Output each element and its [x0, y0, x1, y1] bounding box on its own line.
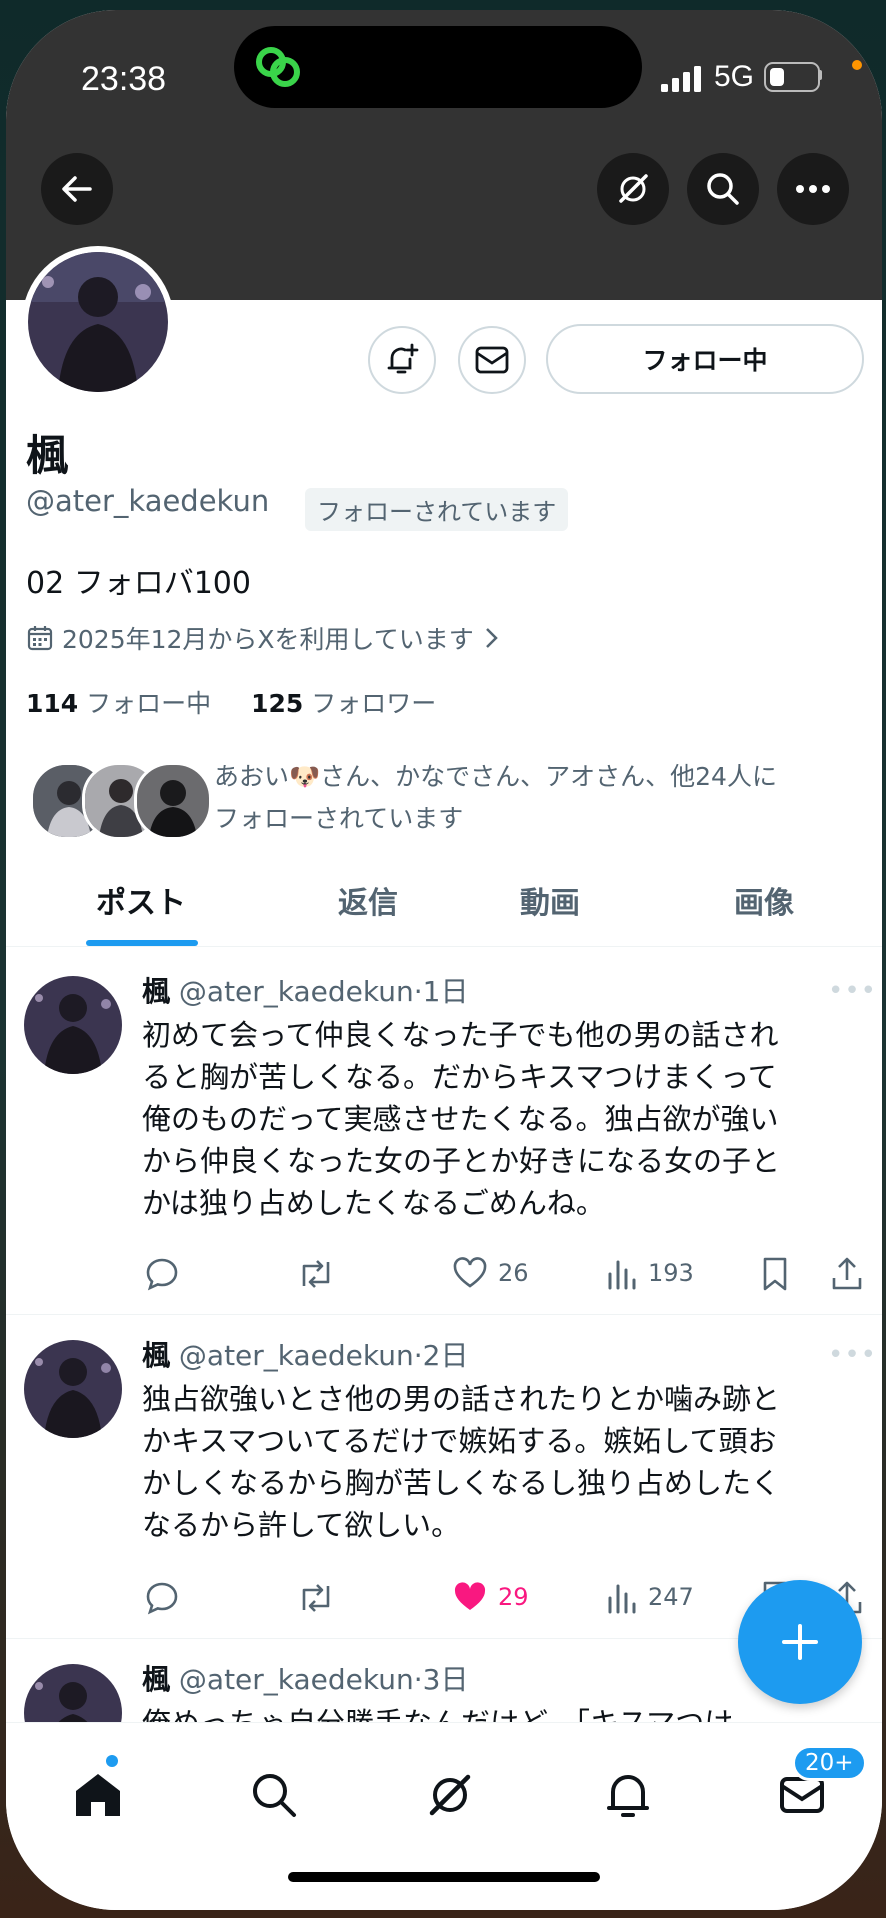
like-button[interactable]: 26 [452, 1256, 529, 1290]
message-button[interactable] [458, 326, 526, 394]
back-button[interactable] [41, 153, 113, 225]
nav-search[interactable] [244, 1765, 304, 1825]
profile-bio: 02 フォロバ100 [26, 566, 251, 601]
tweet-header: 楓 @ater_kaedekun·3日 [142, 1663, 469, 1696]
tweet-more-button[interactable]: ••• [828, 976, 877, 1006]
grok-button[interactable] [597, 153, 669, 225]
retweet-icon [302, 1260, 330, 1288]
views-button[interactable]: 193 [606, 1256, 694, 1290]
views-icon [608, 1584, 636, 1614]
like-count: 26 [498, 1259, 529, 1287]
nav-home[interactable] [68, 1765, 128, 1825]
tab-replies[interactable]: 返信 [338, 878, 398, 922]
reply-icon [146, 1258, 178, 1291]
reply-icon [146, 1582, 178, 1615]
signal-icon [661, 66, 701, 92]
nav-notifications[interactable] [598, 1765, 658, 1825]
search-button[interactable] [687, 153, 759, 225]
notify-button[interactable] [368, 326, 436, 394]
like-button[interactable]: 29 [452, 1580, 529, 1614]
mutual-avatar [134, 762, 212, 840]
tab-videos[interactable]: 動画 [520, 878, 580, 922]
mail-icon [780, 1777, 824, 1813]
heart-icon [453, 1257, 487, 1288]
link-icon [256, 47, 300, 87]
share-button[interactable] [830, 1256, 864, 1292]
status-time: 23:38 [81, 60, 167, 98]
follows-you-badge: フォローされています [305, 488, 569, 531]
network-label: 5G [714, 60, 755, 93]
plus-icon [782, 1624, 818, 1660]
more-button[interactable] [777, 153, 849, 225]
nav-grok[interactable] [420, 1765, 480, 1825]
reply-button[interactable] [144, 1256, 180, 1292]
profile-handle: @ater_kaedekun [26, 484, 270, 518]
calendar-icon [27, 626, 53, 651]
more-icon [796, 185, 830, 193]
view-count: 247 [648, 1583, 694, 1611]
tab-posts[interactable]: ポスト [96, 878, 186, 922]
home-indicator[interactable] [288, 1872, 600, 1882]
tweet-header: 楓 @ater_kaedekun·1日 [142, 975, 469, 1008]
profile-name: 楓 [26, 431, 69, 480]
tweet-avatar[interactable] [24, 976, 122, 1074]
views-icon [608, 1260, 636, 1290]
bell-icon [607, 1775, 649, 1817]
mail-icon [475, 346, 509, 374]
home-icon [76, 1774, 120, 1816]
screen: 23:38 5G フォロー中 楓 @ater_kaedekun フォローされてい… [6, 10, 882, 1910]
tab-images[interactable]: 画像 [734, 878, 794, 922]
messages-badge: 20+ [792, 1745, 867, 1781]
search-icon [707, 173, 739, 205]
compose-button[interactable] [738, 1580, 862, 1704]
chevron-right-icon [485, 628, 498, 648]
search-icon [253, 1774, 296, 1817]
heart-icon [454, 1582, 486, 1610]
follow-counts: 114 フォロー中 125 フォロワー [26, 684, 436, 720]
mutual-followers-text[interactable]: あおい🐶さん、かなでさん、アオさん、他24人に フォローされています [214, 756, 864, 840]
bookmark-icon [763, 1257, 787, 1291]
home-notification-dot [106, 1755, 118, 1767]
like-count: 29 [498, 1583, 529, 1611]
avatar-photo [28, 252, 168, 392]
grok-icon [429, 1774, 471, 1816]
tweet-header: 楓 @ater_kaedekun·2日 [142, 1339, 469, 1372]
views-button[interactable]: 247 [606, 1580, 694, 1614]
bell-plus-icon [387, 343, 419, 374]
dynamic-island [234, 26, 642, 108]
following-button[interactable]: フォロー中 [546, 324, 864, 394]
retweet-icon [302, 1584, 330, 1612]
bookmark-button[interactable] [760, 1256, 790, 1292]
followers-count-link[interactable]: 125 フォロワー [251, 689, 436, 718]
share-icon [832, 1257, 862, 1290]
joined-info[interactable]: 2025年12月からXを利用しています [26, 620, 500, 656]
retweet-button[interactable] [296, 1256, 336, 1292]
back-arrow-icon [62, 176, 92, 202]
battery-icon [764, 62, 820, 92]
reply-button[interactable] [144, 1580, 180, 1616]
phone-background: 23:38 5G フォロー中 楓 @ater_kaedekun フォローされてい… [0, 0, 886, 1918]
tweet-more-button[interactable]: ••• [828, 1340, 877, 1370]
joined-text: 2025年12月からXを利用しています [62, 625, 474, 654]
tweet-text: 独占欲強いとさ他の男の話されたりとか噛み跡と かキスマついてるだけで嫉妬する。嫉… [142, 1382, 781, 1542]
grok-icon [619, 174, 648, 203]
following-count-link[interactable]: 114 フォロー中 [26, 689, 211, 718]
retweet-button[interactable] [296, 1580, 336, 1616]
profile-avatar[interactable] [22, 246, 174, 398]
view-count: 193 [648, 1259, 694, 1287]
tweet-avatar[interactable] [24, 1340, 122, 1438]
tweet-text: 初めて会って仲良くなった子でも他の男の話され ると胸が苦しくなる。だからキスマつ… [142, 1018, 781, 1220]
privacy-indicator [852, 60, 862, 70]
